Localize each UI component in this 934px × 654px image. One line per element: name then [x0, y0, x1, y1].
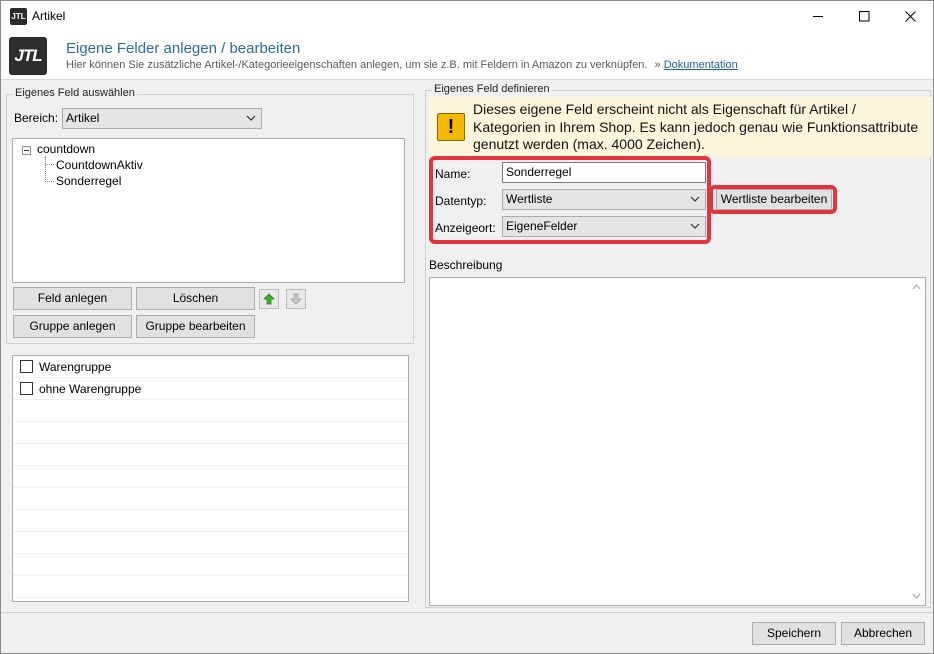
- close-button[interactable]: [887, 1, 933, 31]
- dialog-footer: Speichern Abbrechen: [1, 612, 933, 653]
- maximize-icon: [858, 10, 869, 21]
- scroll-down-icon: [912, 593, 921, 599]
- beschreibung-label: Beschreibung: [429, 258, 503, 272]
- name-label: Name:: [435, 167, 471, 181]
- chevron-down-icon: [690, 196, 700, 202]
- warning-icon: !: [437, 113, 465, 141]
- gruppe-bearbeiten-button[interactable]: Gruppe bearbeiten: [136, 315, 255, 338]
- list-item: [13, 400, 408, 422]
- tree-node-countdownaktiv[interactable]: CountdownAktiv: [56, 158, 143, 172]
- abbrechen-button[interactable]: Abbrechen: [841, 622, 925, 645]
- tree-connector: [45, 164, 54, 165]
- list-item: [13, 554, 408, 576]
- bereich-dropdown[interactable]: Artikel: [62, 108, 262, 129]
- list-item: [13, 444, 408, 466]
- page-header: JTL Eigene Felder anlegen / bearbeiten H…: [1, 31, 933, 80]
- loeschen-button[interactable]: Löschen: [136, 287, 255, 310]
- title-bar: JTL Artikel: [1, 1, 933, 31]
- wertliste-bearbeiten-button[interactable]: Wertliste bearbeiten: [716, 189, 832, 210]
- bereich-label: Bereich:: [14, 111, 59, 125]
- tree-connector: [45, 156, 46, 182]
- feld-anlegen-button[interactable]: Feld anlegen: [13, 287, 132, 310]
- tree-connector: [45, 181, 54, 182]
- subtitle-text: Hier können Sie zusätzliche Artikel-/Kat…: [66, 59, 648, 71]
- warengruppe-list[interactable]: Warengruppe ohne Warengruppe: [12, 355, 409, 602]
- arrow-down-icon: [290, 293, 302, 305]
- list-item[interactable]: Warengruppe: [13, 356, 408, 378]
- window-title: Artikel: [32, 9, 66, 23]
- move-down-button[interactable]: [286, 289, 306, 309]
- documentation-link[interactable]: Dokumentation: [664, 59, 738, 71]
- minimize-button[interactable]: [795, 1, 841, 31]
- arrow-up-icon: [263, 293, 275, 305]
- field-tree[interactable]: countdown CountdownAktiv Sonderregel: [12, 138, 405, 283]
- ohne-warengruppe-checkbox[interactable]: [20, 382, 33, 395]
- chevron-down-icon: [690, 223, 700, 229]
- warengruppe-checkbox[interactable]: [20, 360, 33, 373]
- info-warning-box: ! Dieses eigene Feld erscheint nicht als…: [429, 97, 931, 157]
- anzeigeort-dropdown[interactable]: EigeneFelder: [502, 216, 706, 237]
- subtitle-separator: »: [654, 59, 661, 71]
- tree-node-sonderregel[interactable]: Sonderregel: [56, 174, 121, 188]
- close-icon: [904, 10, 916, 22]
- maximize-button[interactable]: [841, 1, 887, 31]
- datentyp-dropdown[interactable]: Wertliste: [502, 189, 706, 210]
- jtl-app-icon: JTL: [10, 8, 27, 25]
- list-item: [13, 466, 408, 488]
- bereich-value: Artikel: [66, 111, 100, 125]
- jtl-logo: JTL: [9, 37, 47, 75]
- gruppe-anlegen-button[interactable]: Gruppe anlegen: [13, 315, 132, 338]
- list-item: [13, 422, 408, 444]
- datentyp-value: Wertliste: [506, 192, 553, 206]
- minimize-icon: [812, 15, 823, 17]
- move-up-button[interactable]: [259, 289, 279, 309]
- name-field[interactable]: Sonderregel: [502, 162, 706, 183]
- warning-text: Dieses eigene Feld erscheint nicht als E…: [473, 101, 919, 152]
- define-field-group-title: Eigenes Feld definieren: [432, 83, 552, 95]
- anzeigeort-label: Anzeigeort:: [435, 221, 496, 235]
- page-subtitle: Hier können Sie zusätzliche Artikel-/Kat…: [66, 59, 738, 71]
- list-item: [13, 532, 408, 554]
- chevron-down-icon: [246, 115, 256, 121]
- anzeigeort-value: EigeneFelder: [506, 219, 578, 233]
- list-item-label: Warengruppe: [39, 360, 112, 374]
- list-item: [13, 488, 408, 510]
- tree-node-countdown[interactable]: countdown: [37, 142, 95, 156]
- beschreibung-textarea[interactable]: [429, 277, 926, 606]
- list-item: [13, 576, 408, 598]
- datentyp-label: Datentyp:: [435, 194, 487, 208]
- list-item[interactable]: ohne Warengruppe: [13, 378, 408, 400]
- speichern-button[interactable]: Speichern: [752, 622, 836, 645]
- artikel-window: JTL Artikel JTL Eigene Felder anlegen / …: [0, 0, 934, 654]
- collapse-icon[interactable]: [22, 146, 31, 155]
- page-title: Eigene Felder anlegen / bearbeiten: [66, 40, 301, 57]
- list-item-label: ohne Warengruppe: [39, 382, 142, 396]
- select-field-group-title: Eigenes Feld auswählen: [13, 87, 137, 99]
- list-item: [13, 510, 408, 532]
- vertical-scrollbar[interactable]: [908, 278, 925, 605]
- scroll-up-icon: [912, 284, 921, 290]
